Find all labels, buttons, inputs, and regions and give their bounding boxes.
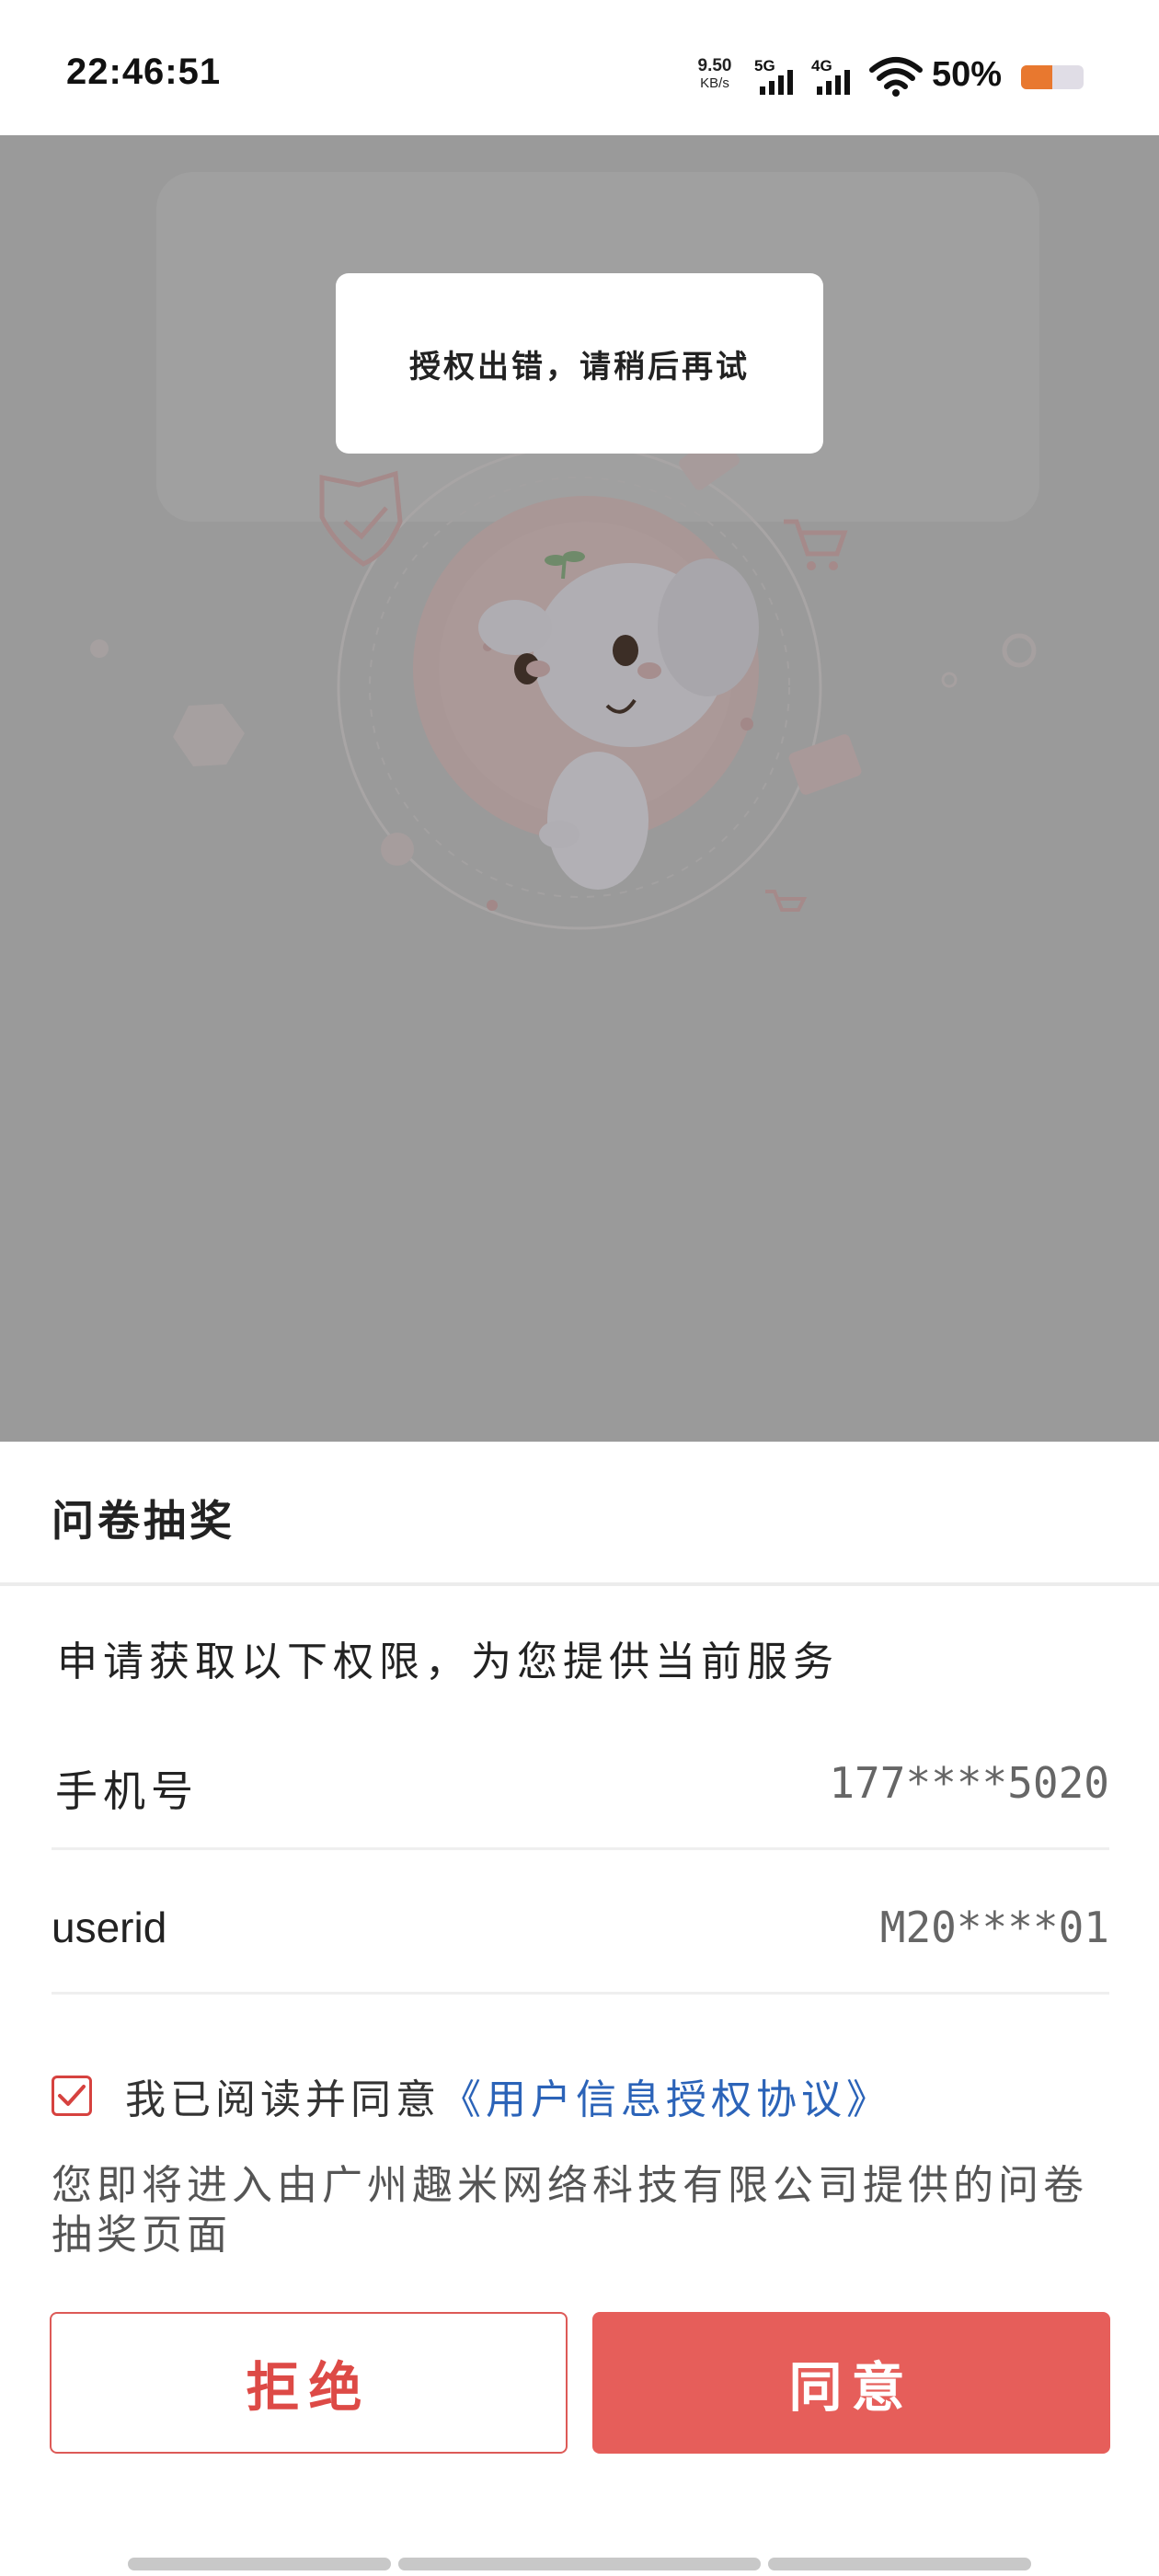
network-speed-value: 9.50	[697, 56, 732, 75]
permission-intro: 申请获取以下权限，为您提供当前服务	[57, 1639, 839, 1685]
home-indicator-segment	[128, 2558, 391, 2570]
permission-row-userid: userid M20****01	[52, 1851, 1109, 1995]
authorization-bottom-sheet: 问卷抽奖 申请获取以下权限，为您提供当前服务 手机号 177****5020 u…	[0, 1442, 1159, 2576]
permission-value-phone: 177****5020	[829, 1758, 1109, 1808]
network-speed-unit: KB/s	[700, 75, 729, 91]
home-indicator-segment	[768, 2558, 1031, 2570]
error-toast: 授权出错，请稍后再试	[336, 273, 823, 454]
checkmark-icon	[58, 2085, 86, 2106]
status-bar: 22:46:51 9.50 KB/s 5G 4G 50%	[0, 0, 1159, 135]
agreement-line: 我已阅读并同意 《用户信息授权协议》	[52, 2068, 891, 2123]
signal-5g-icon: 5G	[754, 57, 806, 98]
sheet-divider	[0, 1582, 1159, 1586]
signal-4g-label: 4G	[811, 57, 832, 75]
sheet-title: 问卷抽奖	[52, 1496, 235, 1546]
modal-backdrop[interactable]: 授权出错，请稍后再试	[0, 135, 1159, 1442]
reject-button[interactable]: 拒绝	[50, 2312, 568, 2454]
home-indicator-segment	[398, 2558, 761, 2570]
status-time: 22:46:51	[66, 52, 222, 92]
agreement-text: 我已阅读并同意	[125, 2076, 441, 2123]
agreement-checkbox[interactable]	[52, 2076, 92, 2116]
provider-notice: 您即将进入由广州趣米网络科技有限公司提供的问卷抽奖页面	[52, 2162, 1088, 2259]
signal-4g-icon: 4G	[811, 57, 863, 98]
agreement-link[interactable]: 《用户信息授权协议》	[441, 2066, 891, 2125]
home-indicator[interactable]	[128, 2558, 1031, 2570]
battery-percentage: 50%	[932, 55, 1003, 94]
network-speed: 9.50 KB/s	[692, 57, 738, 90]
battery-icon	[1021, 65, 1084, 89]
permission-label-userid: userid	[52, 1903, 167, 1951]
signal-5g-label: 5G	[754, 57, 775, 75]
permission-value-userid: M20****01	[879, 1903, 1109, 1952]
battery-level	[1021, 65, 1052, 89]
agree-button[interactable]: 同意	[592, 2312, 1110, 2454]
permission-row-phone: 手机号 177****5020	[52, 1707, 1109, 1850]
permission-label-phone: 手机号	[55, 1766, 199, 1816]
wifi-icon	[868, 55, 924, 98]
